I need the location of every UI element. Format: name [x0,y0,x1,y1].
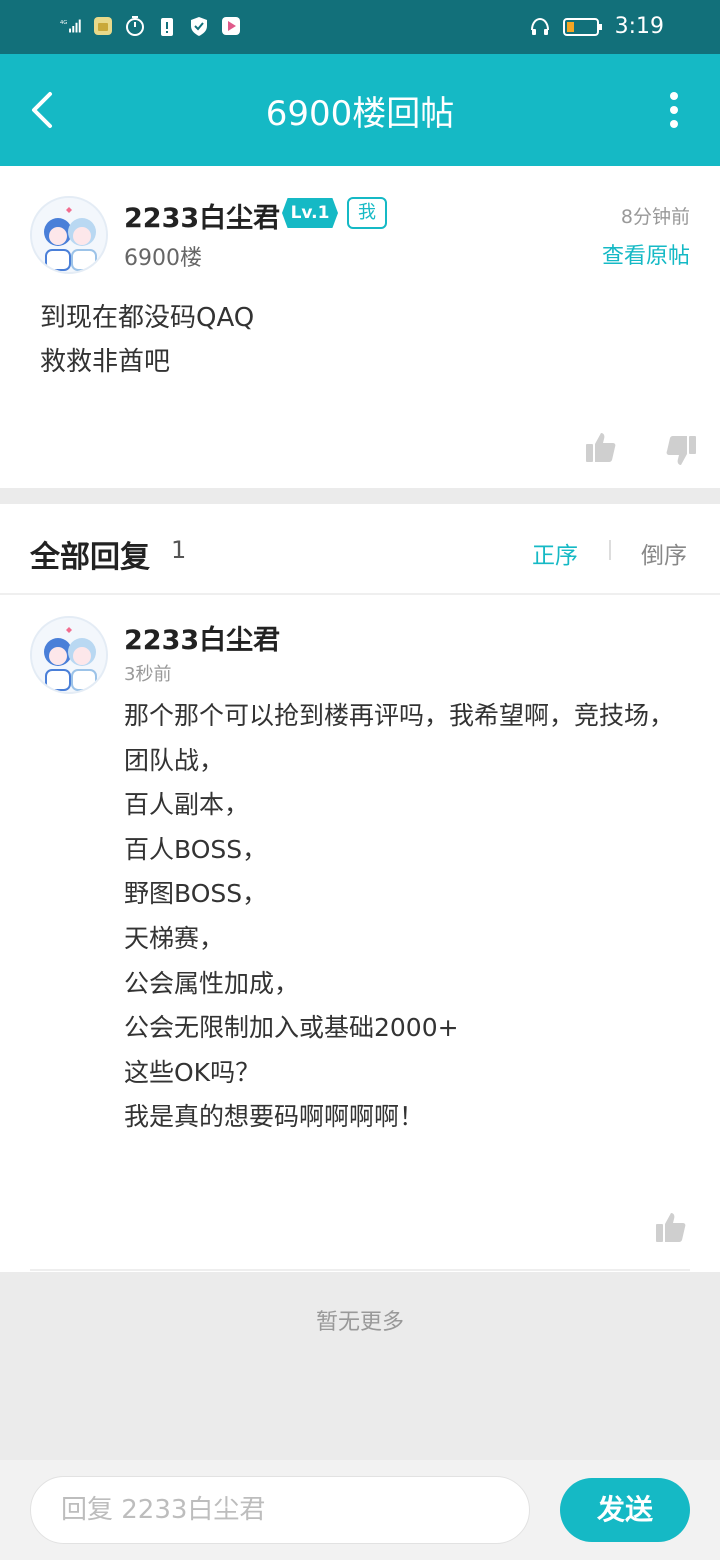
network-type-label: 4G [60,20,67,26]
headphones-icon [530,17,549,35]
reply-time: 3秒前 [124,664,172,685]
reply-input[interactable] [30,1476,530,1544]
post-line: 到现在都没码QAQ [40,303,255,333]
reply-username[interactable]: 2233白尘君 [124,618,280,657]
view-original-link[interactable]: 查看原帖 [602,238,690,270]
replies-count: 1 [171,536,187,564]
no-more-label: 暂无更多 [315,1310,404,1335]
more-options-button[interactable] [662,88,686,132]
like-button[interactable] [584,430,618,464]
sort-divider [609,540,611,560]
signal-icon: 4G [60,19,81,33]
app-notification-icon [94,17,112,35]
post-line: 救救非酋吧 [40,347,171,377]
replies-section: 全部回复 1 正序 倒序 2233白尘君 3秒前 那个那个可以抢到楼再评吗，我希… [0,504,720,1272]
post-floor: 6900楼 [124,246,202,271]
divider [30,1269,690,1271]
replies-title: 全部回复 [30,540,150,575]
thumbs-down-icon [666,436,696,465]
page-title: 6900楼回帖 [265,94,455,134]
status-bar: 4G 3:19 [0,0,720,54]
status-icons-left: 4G [60,14,242,38]
app-icon [222,17,240,35]
send-button[interactable]: 发送 [560,1478,690,1542]
original-post: 2233白尘君 Lv.1 我 6900楼 8分钟前 查看原帖 到现在都没码QAQ… [0,166,720,488]
shield-icon [191,17,207,36]
reply-content: 那个那个可以抢到楼再评吗，我希望啊，竞技场， 团队战， 百人副本， 百人BOSS… [124,701,675,1132]
dislike-button[interactable] [664,434,698,468]
level-badge: Lv.1 [282,198,338,228]
reply-avatar[interactable] [30,616,108,694]
me-badge: 我 [347,197,387,229]
reply-like-button[interactable] [654,1210,688,1244]
post-username[interactable]: 2233白尘君 [124,196,280,235]
post-content: 到现在都没码QAQ 救救非酋吧 [40,296,254,384]
status-icons-right: 3:19 [529,14,664,39]
status-time: 3:19 [614,14,664,39]
timer-icon [126,16,144,36]
battery-alert-icon [161,18,173,36]
divider [0,593,720,595]
avatar-image-icon [32,198,106,272]
more-vertical-icon [670,92,678,128]
app-bar: 6900楼回帖 [0,54,720,166]
avatar[interactable] [30,196,108,274]
battery-icon [562,17,602,36]
sort-descending-tab[interactable]: 倒序 [641,536,687,570]
thumbs-up-icon [656,1213,686,1242]
reply-bar: 发送 [0,1460,720,1560]
thumbs-up-icon [586,433,616,462]
sort-ascending-tab[interactable]: 正序 [532,536,578,570]
avatar-image-icon [32,618,106,692]
post-time: 8分钟前 [620,206,690,228]
